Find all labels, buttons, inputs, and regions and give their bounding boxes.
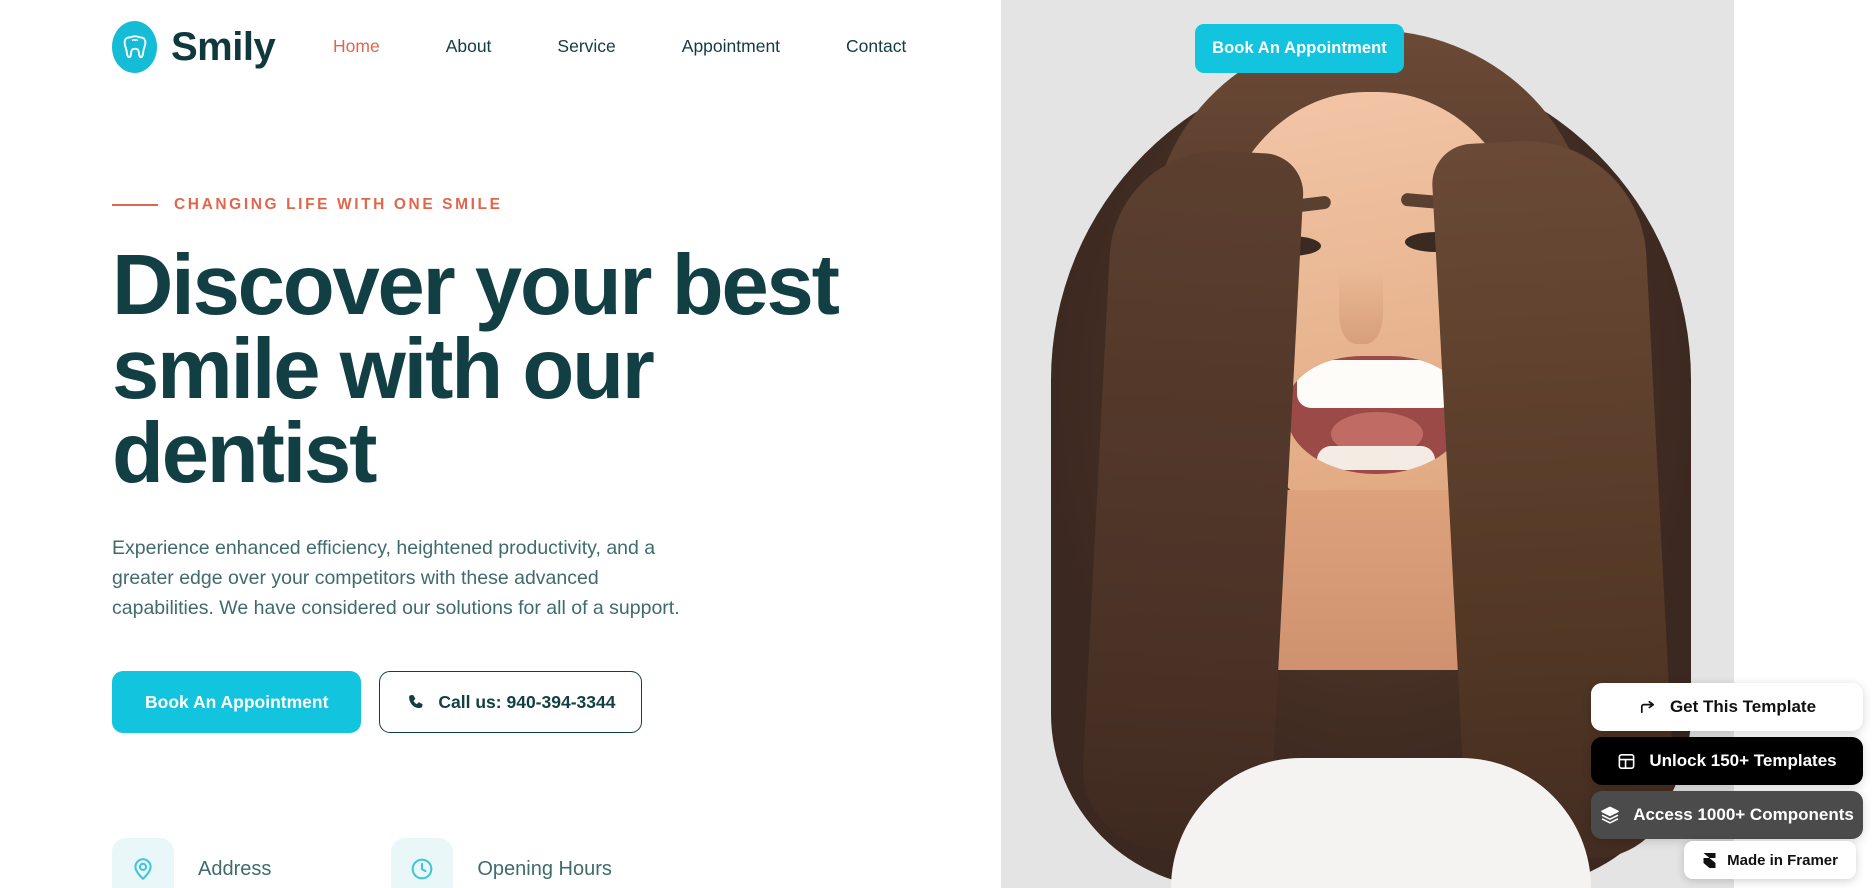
nav-item-service[interactable]: Service	[524, 36, 648, 57]
share-arrow-icon	[1638, 698, 1657, 717]
get-this-template-label: Get This Template	[1669, 697, 1817, 716]
access-components-button[interactable]: Access 1000+ Components	[1591, 791, 1863, 839]
nav-item-contact[interactable]: Contact	[813, 36, 939, 57]
photo-hair-left	[1078, 145, 1306, 855]
eyebrow-rule-icon	[112, 204, 158, 206]
made-in-framer-badge[interactable]: Made in Framer	[1684, 841, 1856, 879]
hero-eyebrow-text: CHANGING LIFE WITH ONE SMILE	[174, 196, 503, 213]
layers-icon	[1600, 805, 1620, 825]
nav-item-about[interactable]: About	[413, 36, 525, 57]
access-components-label: Access 1000+ Components	[1633, 805, 1854, 824]
hero-actions: Book An Appointment Call us: 940-394-334…	[112, 671, 872, 734]
get-this-template-button[interactable]: Get This Template	[1591, 683, 1863, 731]
nav-links: Home About Service Appointment Contact	[300, 36, 939, 57]
layout-icon	[1617, 752, 1636, 771]
made-in-framer-label: Made in Framer	[1727, 851, 1838, 869]
unlock-templates-button[interactable]: Unlock 150+ Templates	[1591, 737, 1863, 785]
photo-teeth-upper	[1297, 360, 1455, 408]
clock-icon	[391, 838, 454, 888]
info-item-address[interactable]: Address	[112, 838, 271, 888]
location-pin-icon	[112, 838, 174, 888]
hero-info-row: Address Opening Hours	[112, 838, 612, 888]
hero-title: Discover your best smile with our dentis…	[112, 238, 872, 502]
hero-call-us-label: Call us: 940-394-3344	[438, 691, 616, 712]
photo-mouth	[1287, 356, 1465, 474]
hero-eyebrow: CHANGING LIFE WITH ONE SMILE	[112, 196, 872, 214]
info-label-opening-hours: Opening Hours	[477, 857, 612, 880]
hero-description: Experience enhanced efficiency, heighten…	[112, 537, 680, 619]
phone-icon	[406, 693, 425, 712]
unlock-templates-label: Unlock 150+ Templates	[1649, 751, 1837, 770]
photo-shirt	[1171, 758, 1591, 888]
brand-logo[interactable]: Smily	[112, 21, 276, 73]
brand-name: Smily	[171, 24, 276, 69]
hero-book-appointment-button[interactable]: Book An Appointment	[112, 671, 362, 734]
photo-teeth-lower	[1317, 446, 1435, 470]
info-label-address: Address	[198, 857, 272, 880]
hero-title-line-1: Discover your best	[112, 238, 840, 333]
framer-badge-stack: Get This Template Unlock 150+ Templates …	[1591, 683, 1863, 839]
hero-title-line-2: smile with our dentist	[112, 322, 655, 502]
photo-nose	[1339, 270, 1383, 344]
nav-item-home[interactable]: Home	[300, 36, 413, 57]
framer-logo-icon	[1702, 852, 1717, 869]
tooth-icon	[112, 21, 157, 73]
top-navigation: Smily Home About Service Appointment Con…	[0, 0, 1001, 97]
hero-call-us-button[interactable]: Call us: 940-394-3344	[379, 671, 643, 734]
photo-neck	[1269, 490, 1475, 670]
info-item-opening-hours[interactable]: Opening Hours	[391, 838, 612, 888]
landing-page: Smily Home About Service Appointment Con…	[0, 0, 1875, 888]
nav-item-appointment[interactable]: Appointment	[649, 36, 813, 57]
header-book-appointment-button[interactable]: Book An Appointment	[1195, 24, 1404, 73]
hero-content: CHANGING LIFE WITH ONE SMILE Discover yo…	[112, 196, 872, 734]
